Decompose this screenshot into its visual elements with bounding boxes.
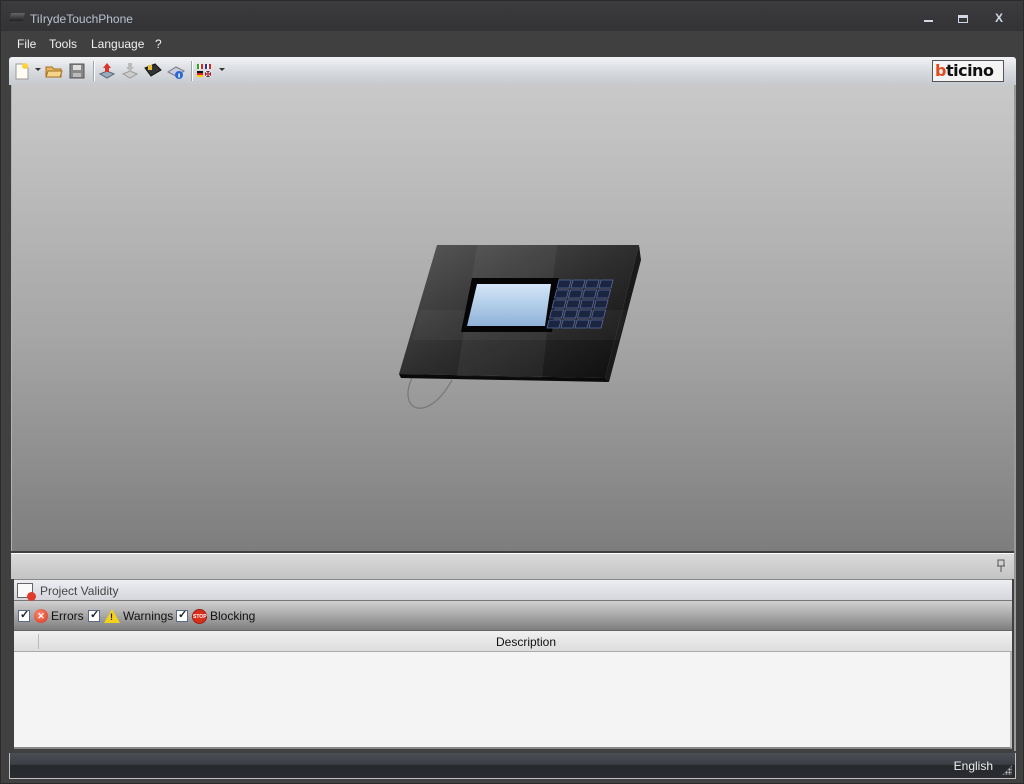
bticino-logo: bticino (932, 60, 1004, 82)
minimize-button[interactable] (919, 11, 937, 25)
device-firmware-icon[interactable] (144, 62, 162, 80)
warnings-checkbox[interactable] (88, 608, 100, 622)
title-bar[interactable]: TiIrydeTouchPhone X (1, 1, 1023, 31)
warning-icon (104, 609, 120, 623)
device-info-icon[interactable] (167, 62, 185, 80)
validity-table-header: Description (14, 631, 1012, 652)
validity-error-icon (17, 583, 36, 601)
toolbar: bticino (9, 57, 1016, 85)
maximize-button[interactable] (954, 11, 972, 25)
column-header-icon[interactable] (14, 634, 39, 649)
toolbar-separator (93, 61, 94, 81)
status-language[interactable]: English (954, 759, 993, 773)
filter-blocking[interactable]: STOP Blocking (176, 608, 255, 624)
canvas-right-border (1014, 85, 1016, 751)
new-document-icon[interactable] (13, 62, 31, 80)
open-folder-icon[interactable] (45, 62, 63, 80)
menu-bar: File Tools Language ? (9, 31, 1015, 57)
toolbar-separator (191, 61, 192, 81)
status-bar: English (9, 753, 1016, 779)
menu-tools[interactable]: Tools (49, 37, 77, 51)
error-icon: ✕ (34, 609, 48, 623)
new-dropdown-arrow[interactable] (35, 68, 41, 71)
pin-icon[interactable] (996, 559, 1006, 573)
download-from-device-icon[interactable] (121, 62, 139, 80)
errors-checkbox[interactable] (18, 608, 30, 622)
app-window: TiIrydeTouchPhone X File Tools Language … (0, 0, 1024, 784)
resize-grip-icon[interactable] (1002, 765, 1012, 775)
language-dropdown-arrow[interactable] (219, 68, 225, 71)
save-icon[interactable] (68, 62, 86, 80)
app-icon (8, 13, 26, 21)
project-validity-header[interactable]: Project Validity (14, 579, 1012, 601)
column-header-description[interactable]: Description (40, 635, 1012, 649)
menu-file[interactable]: File (17, 37, 36, 51)
validity-filter-bar: ✕ Errors Warnings STOP Blocking (14, 601, 1012, 631)
touch-phone-device[interactable] (387, 240, 647, 430)
project-validity-title: Project Validity (40, 584, 119, 598)
menu-help[interactable]: ? (155, 37, 162, 51)
language-flags-icon[interactable] (196, 62, 214, 80)
design-canvas[interactable] (11, 85, 1014, 551)
filter-warnings[interactable]: Warnings (88, 608, 173, 624)
maximize-icon (958, 15, 968, 23)
validity-table-body[interactable] (14, 652, 1012, 749)
menu-language[interactable]: Language (91, 37, 144, 51)
stop-icon: STOP (192, 608, 207, 624)
upload-to-device-icon[interactable] (98, 62, 116, 80)
close-button[interactable]: X (990, 11, 1008, 25)
blocking-checkbox[interactable] (176, 608, 188, 622)
window-title: TiIrydeTouchPhone (30, 12, 133, 26)
minimize-icon (923, 20, 933, 22)
filter-errors[interactable]: ✕ Errors (18, 608, 84, 624)
dock-panel-strip (11, 553, 1014, 579)
